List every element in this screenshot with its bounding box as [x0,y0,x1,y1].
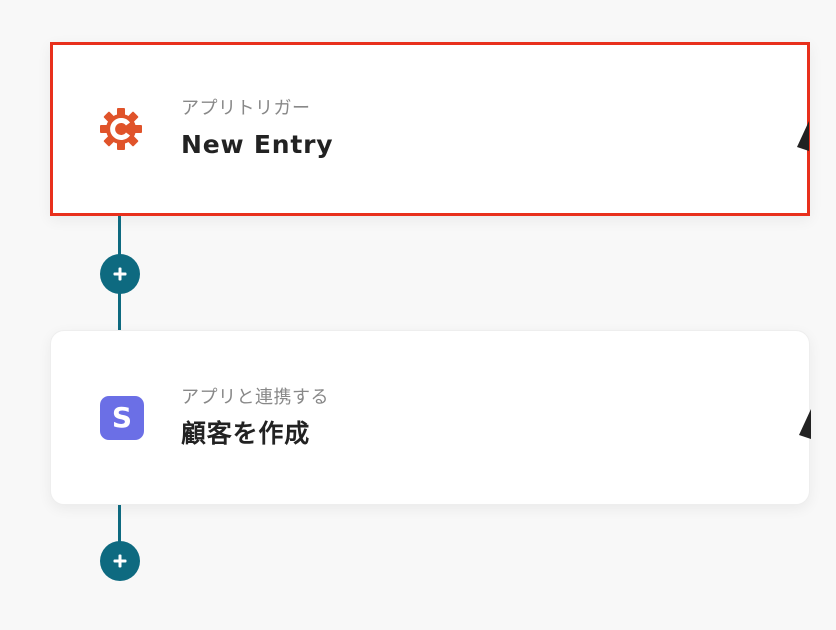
step-title: New Entry [181,130,334,159]
add-step-button[interactable] [100,541,140,581]
plus-icon [113,267,127,281]
cognito-forms-icon [97,105,145,153]
step-type-label: アプリと連携する [181,386,329,408]
step-type-label: アプリトリガー [181,98,311,119]
action-step-text: アプリと連携する 顧客を作成 [181,386,329,450]
card-edge-marker [799,409,811,439]
stripe-logo: S [100,395,144,440]
add-step-button[interactable] [100,254,140,294]
card-edge-marker [797,121,809,151]
action-step-card[interactable]: S アプリと連携する 顧客を作成 [50,330,811,505]
trigger-step-text: アプリトリガー New Entry [181,97,333,161]
plus-icon [113,554,127,568]
step-title: 顧客を作成 [181,418,311,448]
stripe-icon: S [98,394,146,442]
trigger-step-card[interactable]: アプリトリガー New Entry [50,42,810,216]
